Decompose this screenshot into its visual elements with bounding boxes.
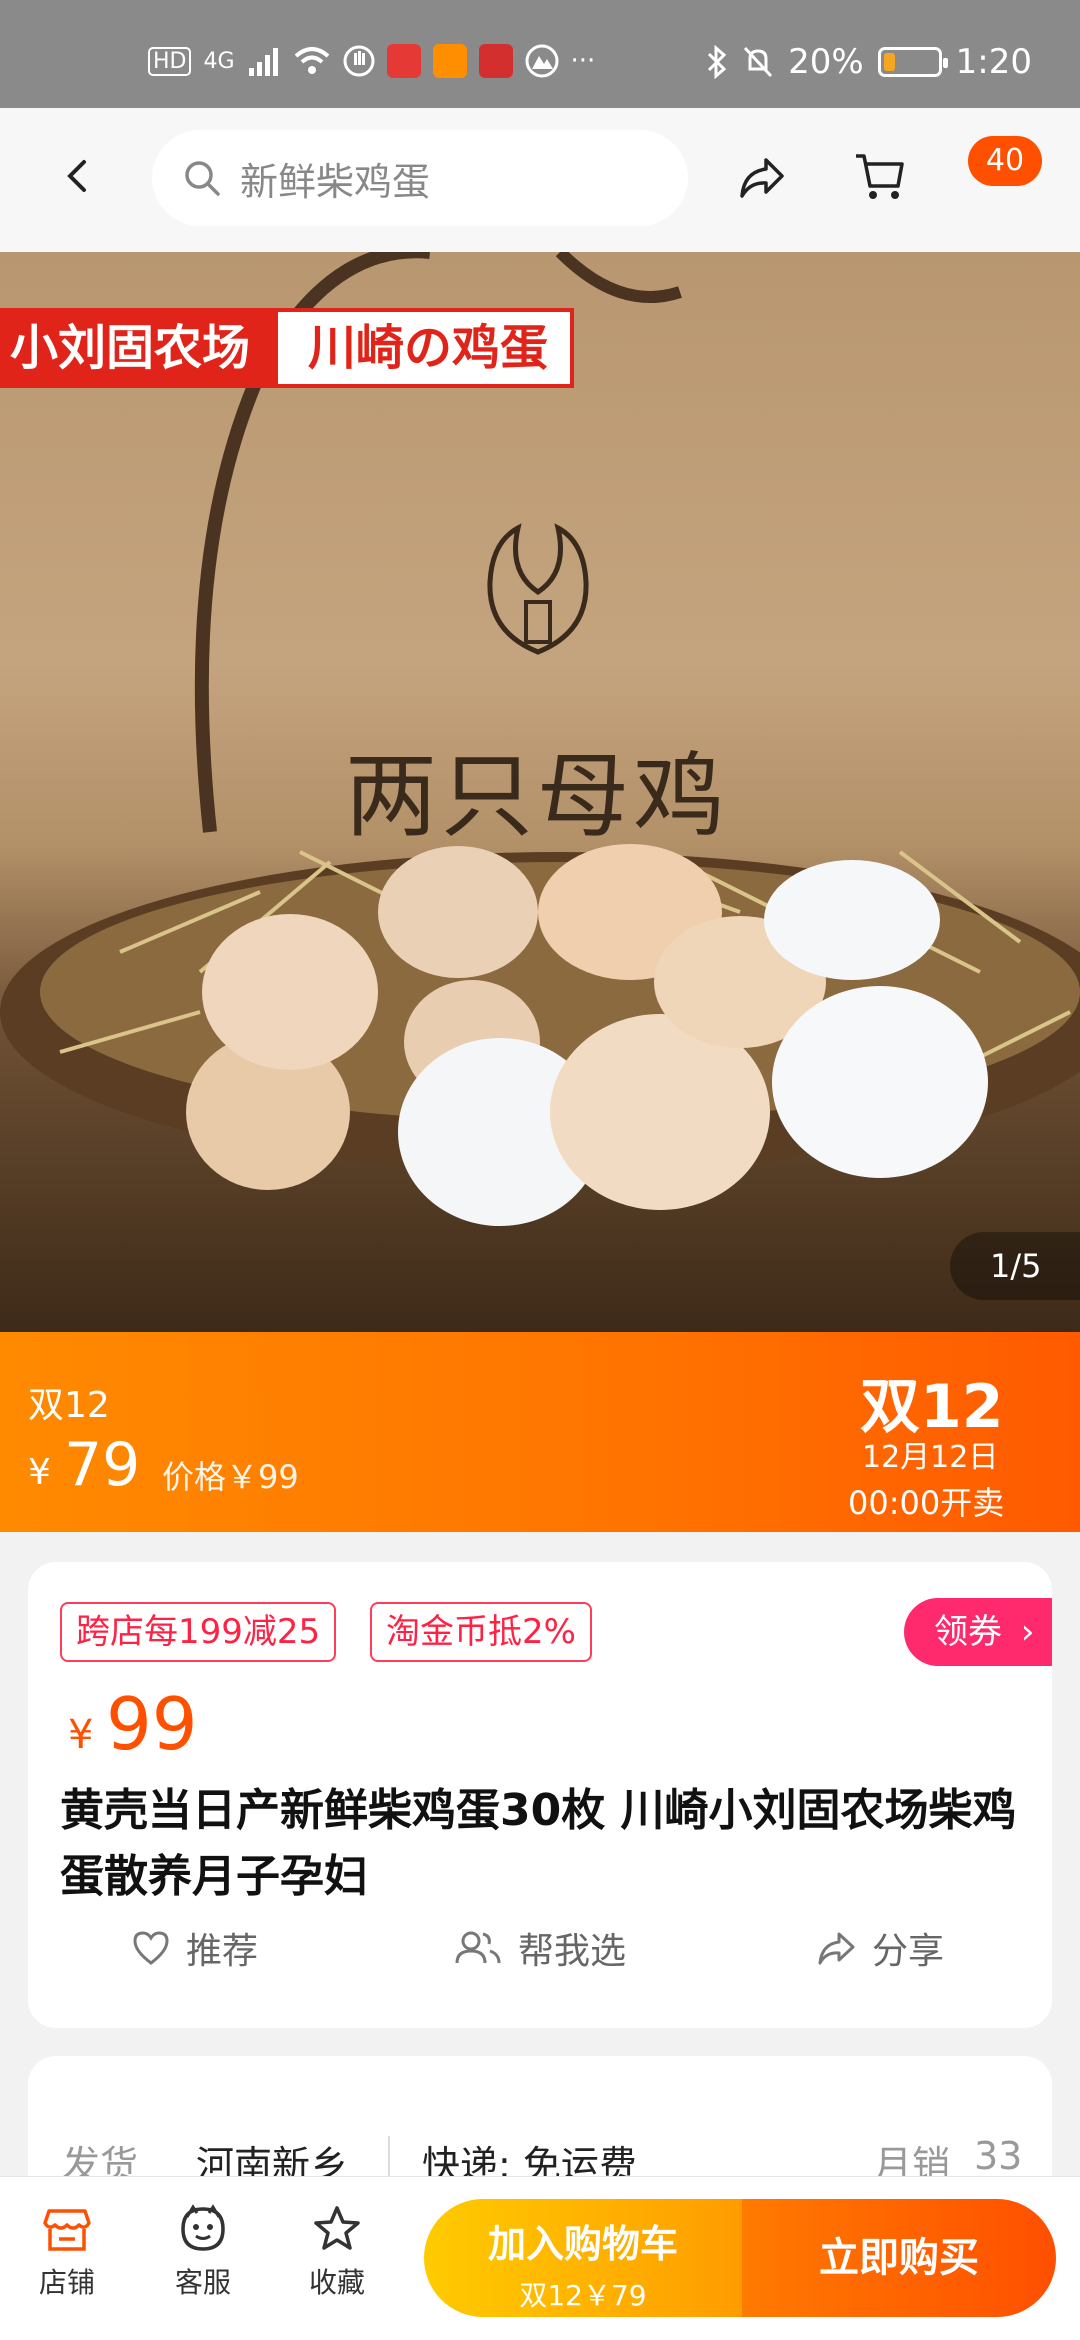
shop-icon bbox=[43, 2209, 91, 2251]
signal-icon bbox=[248, 48, 278, 76]
product-title: 黄壳当日产新鲜柴鸡蛋30枚 川崎小刘固农场柴鸡蛋散养月子孕妇 bbox=[60, 1785, 1017, 1902]
hd-indicator: HD bbox=[148, 46, 192, 76]
people-icon bbox=[455, 1931, 501, 1964]
battery-icon bbox=[877, 47, 948, 77]
get-coupon-label: 领券 bbox=[934, 1612, 1002, 1652]
recommend-label: 推荐 bbox=[186, 1931, 259, 1972]
search-placeholder: 新鲜柴鸡蛋 bbox=[240, 159, 431, 204]
nav-bar: 新鲜柴鸡蛋 40 bbox=[0, 108, 1080, 252]
network-label: 4G bbox=[203, 48, 235, 74]
promo-price: 79 bbox=[64, 1430, 141, 1500]
share-icon[interactable] bbox=[736, 152, 788, 204]
star-icon bbox=[314, 2206, 360, 2250]
mountain-icon bbox=[525, 44, 559, 78]
favorite-button[interactable]: 收藏 bbox=[292, 2203, 382, 2301]
shop-label: 店铺 bbox=[38, 2266, 95, 2299]
promo-original-price: 价格￥99 bbox=[162, 1458, 299, 1496]
brand-logo bbox=[487, 523, 589, 655]
reader-app-icon bbox=[478, 44, 513, 78]
customer-service-label: 客服 bbox=[174, 2266, 231, 2299]
video-app-icon bbox=[432, 44, 467, 78]
search-icon bbox=[185, 161, 220, 196]
promo-date: 12月12日 bbox=[862, 1440, 999, 1475]
brand-text: 两只母鸡 bbox=[345, 743, 730, 850]
heart-icon bbox=[133, 1931, 169, 1965]
wifi-icon bbox=[294, 47, 329, 74]
promo-start-time: 00:00开卖 bbox=[848, 1484, 1005, 1522]
cart-count-badge: 40 bbox=[968, 136, 1042, 186]
shop-tag: 小刘固农场 川崎の鸡蛋 bbox=[0, 308, 575, 388]
help-choose-label: 帮我选 bbox=[518, 1931, 627, 1972]
status-right: 20% 1:20 bbox=[706, 42, 1032, 82]
favorite-label: 收藏 bbox=[308, 2266, 365, 2299]
back-arrow-icon[interactable] bbox=[58, 156, 98, 196]
bottom-action-bar: 店铺 客服 收藏 加入购物车 双12￥79 立即购买 bbox=[0, 2176, 1080, 2340]
get-coupon-button[interactable]: 领券 › bbox=[904, 1598, 1052, 1666]
product-image-carousel[interactable]: 两只母鸡 小刘固农场 川崎の鸡蛋 1/5 bbox=[0, 252, 1080, 1332]
battery-percent: 20% bbox=[788, 42, 864, 82]
divider bbox=[388, 2136, 390, 2180]
bluetooth-icon bbox=[708, 45, 727, 79]
add-to-cart-sublabel: 双12￥79 bbox=[519, 2279, 647, 2312]
image-counter: 1/5 bbox=[950, 1232, 1080, 1300]
customer-service-icon bbox=[181, 2204, 225, 2251]
product-info-card: 跨店每199减25 淘金币抵2% 领券 › ¥ 99 黄壳当日产新鲜柴鸡蛋30枚… bbox=[28, 1562, 1052, 2028]
more-notifications: ··· bbox=[570, 46, 596, 76]
shop-tag-right: 川崎の鸡蛋 bbox=[274, 308, 575, 388]
price-currency: ¥ bbox=[68, 1712, 94, 1758]
recommend-button[interactable]: 推荐 bbox=[132, 1922, 258, 1974]
customer-service-button[interactable]: 客服 bbox=[158, 2203, 248, 2301]
share-label: 分享 bbox=[872, 1931, 945, 1972]
share-button[interactable]: 分享 bbox=[816, 1922, 944, 1974]
buy-now-button[interactable]: 立即购买 bbox=[742, 2199, 1056, 2317]
promo-currency: ¥ bbox=[28, 1452, 51, 1493]
mute-bell-icon bbox=[743, 46, 773, 78]
hand-icon bbox=[343, 45, 375, 77]
search-box[interactable]: 新鲜柴鸡蛋 bbox=[152, 130, 688, 226]
promo-event-tag: 双12 bbox=[28, 1385, 110, 1426]
status-left: HD 4G ··· bbox=[148, 44, 595, 78]
shop-tag-left: 小刘固农场 bbox=[0, 308, 275, 388]
status-bar: HD 4G ··· 20% 1:20 bbox=[0, 0, 1080, 108]
delivery-card[interactable]: 发货 河南新乡 快递: 免运费 月销 33 bbox=[28, 2056, 1052, 2196]
cart-icon[interactable] bbox=[852, 148, 908, 204]
shop-button[interactable]: 店铺 bbox=[22, 2203, 112, 2301]
battery-level bbox=[883, 53, 896, 71]
add-to-cart-label: 加入购物车 bbox=[487, 2222, 678, 2266]
coupon-cross-store[interactable]: 跨店每199减25 bbox=[60, 1602, 337, 1662]
coupon-taojinbi[interactable]: 淘金币抵2% bbox=[370, 1602, 592, 1662]
help-choose-button[interactable]: 帮我选 bbox=[454, 1922, 626, 1974]
product-price: 99 bbox=[106, 1682, 198, 1766]
share-arrow-icon bbox=[818, 1932, 855, 1965]
add-to-cart-button[interactable]: 加入购物车 双12￥79 bbox=[424, 2199, 742, 2317]
promo-banner: 双12 ¥ 79 价格￥99 双12 12月12日 00:00开卖 bbox=[0, 1332, 1080, 1532]
chevron-right-icon: › bbox=[1020, 1612, 1035, 1652]
clock: 1:20 bbox=[955, 42, 1032, 82]
monthly-sales-count: 33 bbox=[974, 2134, 1023, 2178]
app-notification-icon bbox=[386, 44, 421, 78]
